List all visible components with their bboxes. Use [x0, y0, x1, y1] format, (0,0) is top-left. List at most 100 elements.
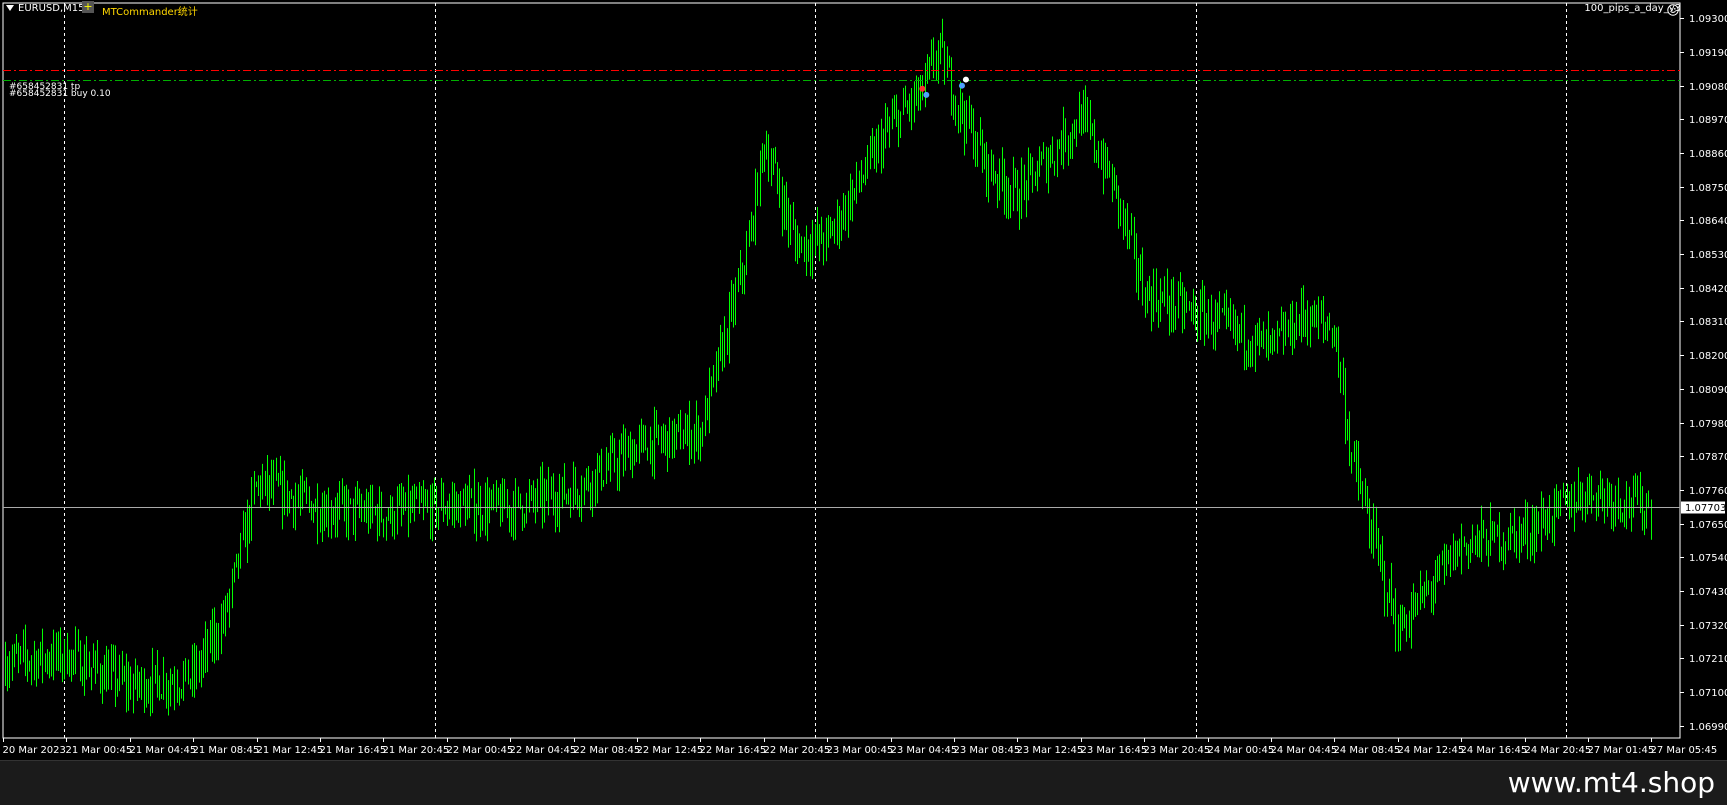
candle-body [1149, 286, 1150, 295]
candle-body [73, 652, 74, 656]
price-chart[interactable]: 1.09300 1.09190 1.09080 1.08970 1.08860 1.087… [0, 0, 1727, 760]
candle-body [905, 99, 906, 107]
candle-body [801, 237, 802, 244]
candle-body [636, 446, 637, 462]
plus-icon[interactable]: + [82, 1, 94, 13]
trade-marker [923, 91, 930, 98]
candle-body [680, 423, 681, 448]
candle-body [1349, 431, 1350, 457]
candle-body [669, 421, 670, 458]
candle-body [1103, 159, 1104, 176]
candle-body [104, 665, 105, 689]
candle-body [810, 253, 811, 259]
candle-body [1186, 304, 1187, 306]
trade-marker [962, 76, 969, 83]
x-tick-label: 21 Mar 08:45 [193, 745, 260, 756]
candle-body [410, 502, 411, 518]
candle-body [38, 657, 39, 675]
candle-body [942, 37, 943, 44]
trade-marker [919, 85, 926, 92]
candle-body [1602, 487, 1603, 492]
candle-body [364, 510, 365, 517]
y-tick-label: 1.09190 [1689, 48, 1727, 59]
candle-body [1235, 315, 1236, 332]
candle-body [639, 436, 640, 447]
candle-body [1464, 540, 1465, 546]
candle-body [1197, 323, 1198, 327]
candle-body [337, 503, 338, 519]
candle-body [1272, 334, 1273, 338]
candle-body [390, 500, 391, 518]
candle-body [1365, 495, 1366, 501]
candle-body [80, 645, 81, 680]
candle-body [821, 227, 822, 244]
candle-body [608, 466, 609, 468]
candle-body [1380, 550, 1381, 556]
candle-body [298, 499, 299, 501]
candle-body [383, 519, 384, 528]
candle-body [1527, 518, 1528, 542]
candle-body [1629, 492, 1630, 508]
candle-body [1442, 560, 1443, 564]
smiley-icon[interactable] [1667, 4, 1679, 16]
candle-body [302, 484, 303, 497]
candle-body [36, 656, 37, 675]
candle-body [1215, 310, 1216, 332]
candle-body [806, 240, 807, 259]
candle-body [1360, 481, 1361, 494]
candle-body [1393, 604, 1394, 611]
candle-body [1189, 304, 1190, 306]
candle-body [1512, 526, 1513, 528]
candle-body [447, 510, 448, 513]
candle-body [150, 693, 151, 699]
candle-body [1461, 540, 1462, 554]
candle-body [454, 500, 455, 507]
candle-body [894, 112, 895, 118]
candle-body [133, 685, 134, 697]
candle-body [401, 498, 402, 508]
candle-body [190, 680, 191, 685]
candle-body [1642, 486, 1643, 522]
candle-body [764, 149, 765, 154]
dropdown-triangle-icon[interactable] [6, 5, 14, 11]
candle-body [1457, 541, 1458, 567]
candle-body [289, 494, 290, 507]
candle-body [1081, 108, 1082, 131]
candle-body [1032, 162, 1033, 172]
candle-body [1006, 193, 1007, 199]
candle-body [1475, 538, 1476, 545]
candle-body [1305, 317, 1306, 321]
candle-body [1508, 545, 1509, 547]
candle-body [232, 575, 233, 594]
candle-body [834, 226, 835, 236]
candle-body [1371, 532, 1372, 549]
candle-body [1338, 333, 1339, 368]
candle-body [188, 659, 189, 685]
candle-body [553, 489, 554, 504]
candle-body [797, 241, 798, 258]
candle-body [1109, 171, 1110, 174]
candle-body [465, 499, 466, 520]
candle-body [1101, 159, 1102, 166]
candle-body [817, 228, 818, 241]
candle-body [106, 665, 107, 689]
candle-body [790, 220, 791, 228]
candle-body [144, 674, 145, 702]
candle-body [586, 474, 587, 482]
candle-body [1556, 494, 1557, 497]
candle-body [344, 493, 345, 503]
candle-body [291, 494, 292, 498]
candle-body [1444, 557, 1445, 564]
candle-body [1241, 317, 1242, 334]
candle-body [1263, 331, 1264, 349]
candle-body [749, 237, 750, 247]
chart-symbol-label[interactable]: EURUSD,M15 [6, 3, 84, 14]
candle-body [1534, 525, 1535, 544]
candle-body [1079, 108, 1080, 133]
candle-body [227, 601, 228, 609]
candle-body [1226, 308, 1227, 311]
candle-body [370, 497, 371, 522]
candle-body [240, 536, 241, 565]
candle-body [267, 471, 268, 492]
candle-body [1068, 143, 1069, 148]
